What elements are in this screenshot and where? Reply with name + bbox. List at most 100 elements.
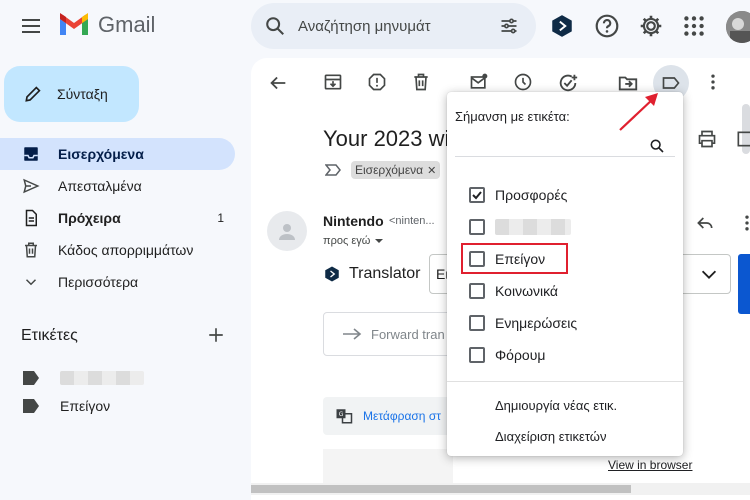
compose-button[interactable]: Σύνταξη bbox=[4, 66, 139, 122]
gmail-logo[interactable]: Gmail bbox=[58, 12, 155, 38]
forward-translation-field[interactable]: Forward tran bbox=[323, 312, 463, 356]
plus-icon bbox=[209, 328, 223, 342]
important-marker[interactable] bbox=[325, 164, 341, 176]
open-in-new-icon bbox=[737, 131, 750, 147]
more-options-button[interactable] bbox=[703, 72, 725, 94]
label-icon bbox=[662, 77, 680, 89]
help-button[interactable] bbox=[594, 13, 620, 39]
checkbox-checked[interactable] bbox=[469, 187, 485, 203]
mark-unread-button[interactable] bbox=[469, 72, 491, 94]
label-menu-title: Σήμανση με ετικέτα: bbox=[455, 109, 570, 124]
avatar[interactable] bbox=[726, 11, 750, 43]
archive-button[interactable] bbox=[323, 72, 345, 94]
translate-message-button[interactable]: G Μετάφραση στ bbox=[323, 397, 453, 435]
extension-icon bbox=[552, 15, 572, 37]
tune-icon[interactable] bbox=[499, 16, 519, 36]
redacted-label bbox=[60, 371, 144, 385]
check-icon bbox=[472, 191, 482, 200]
highlight-annotation bbox=[461, 243, 568, 274]
view-in-browser-link[interactable]: View in browser bbox=[608, 458, 692, 472]
label-option-forums[interactable]: Φόρουμ bbox=[447, 341, 683, 369]
checkbox[interactable] bbox=[469, 347, 485, 363]
label-option-social[interactable]: Κοινωνικά bbox=[447, 277, 683, 305]
menu-divider bbox=[447, 381, 683, 382]
sidebar-item-inbox[interactable]: Εισερχόμενα bbox=[0, 138, 235, 170]
remove-label-icon[interactable]: ✕ bbox=[427, 164, 436, 177]
reply-icon bbox=[697, 217, 713, 229]
app-name: Gmail bbox=[98, 12, 156, 37]
settings-icon bbox=[640, 15, 662, 37]
label-option-redacted[interactable] bbox=[447, 213, 683, 241]
labels-heading: Ετικέτες bbox=[21, 327, 78, 344]
sidebar-item-sent[interactable]: Απεσταλμένα bbox=[0, 170, 235, 202]
search-icon[interactable] bbox=[264, 15, 286, 37]
checkbox[interactable] bbox=[469, 315, 485, 331]
apps-icon bbox=[684, 16, 704, 36]
label-option-promotions[interactable]: Προσφορές bbox=[447, 181, 683, 209]
sender-avatar bbox=[267, 211, 307, 251]
gmail-logo-icon bbox=[60, 13, 88, 35]
arrow-right-icon bbox=[343, 328, 362, 340]
search-bar[interactable] bbox=[251, 3, 536, 49]
sender-email: <ninten... bbox=[389, 215, 435, 227]
annotation-arrow bbox=[614, 88, 664, 136]
draft-icon bbox=[25, 209, 37, 227]
sidebar-item-more[interactable]: Περισσότερα bbox=[0, 266, 235, 298]
message-more-button[interactable] bbox=[739, 213, 750, 233]
deepl-extension-button[interactable] bbox=[549, 13, 575, 39]
more-vert-icon bbox=[711, 74, 715, 90]
horizontal-scrollbar[interactable] bbox=[251, 483, 750, 495]
compose-label: Σύνταξη bbox=[57, 86, 108, 102]
main-menu-button[interactable] bbox=[19, 14, 43, 38]
translate-icon: G bbox=[336, 409, 353, 424]
arrow-annotation-icon bbox=[619, 93, 658, 131]
menu-icon bbox=[22, 19, 40, 33]
label-option-updates[interactable]: Ενημερώσεις bbox=[447, 309, 683, 337]
translator-header: Translator bbox=[323, 265, 420, 283]
sidebar-label-urgent[interactable]: Επείγον bbox=[0, 390, 235, 422]
search-input[interactable] bbox=[298, 17, 458, 35]
settings-button[interactable] bbox=[638, 13, 664, 39]
inbox-icon bbox=[24, 147, 38, 161]
inbox-chip-label: Εισερχόμενα bbox=[355, 163, 424, 177]
delete-button[interactable] bbox=[411, 72, 433, 94]
translate-button[interactable] bbox=[738, 254, 750, 314]
important-icon bbox=[325, 164, 341, 176]
recipient-toggle[interactable]: προς εγώ bbox=[323, 235, 385, 247]
trash-icon bbox=[25, 242, 37, 258]
label-menu: Σήμανση με ετικέτα: Προσφορές Επείγον Κο… bbox=[447, 92, 683, 456]
help-icon bbox=[595, 14, 619, 38]
google-apps-button[interactable] bbox=[681, 13, 707, 39]
label-tag-icon bbox=[23, 371, 39, 385]
print-icon bbox=[698, 130, 716, 148]
sidebar-item-trash[interactable]: Κάδος απορριμμάτων bbox=[0, 234, 235, 266]
deepl-icon bbox=[325, 266, 339, 282]
redacted-label bbox=[495, 219, 571, 235]
search-icon bbox=[650, 139, 664, 153]
draft-count: 1 bbox=[217, 211, 224, 225]
sidebar-item-drafts[interactable]: Πρόχειρα 1 bbox=[0, 202, 235, 234]
print-button[interactable] bbox=[697, 129, 717, 149]
add-label-button[interactable] bbox=[207, 326, 225, 344]
report-spam-button[interactable] bbox=[367, 72, 389, 94]
add-task-button[interactable] bbox=[557, 72, 579, 94]
snooze-button[interactable] bbox=[513, 72, 535, 94]
pencil-icon bbox=[25, 86, 41, 102]
user-photo-icon bbox=[726, 11, 750, 43]
checkbox[interactable] bbox=[469, 283, 485, 299]
label-tag-icon bbox=[23, 399, 39, 413]
reply-button[interactable] bbox=[695, 213, 715, 233]
add-task-icon bbox=[559, 74, 578, 92]
scrollbar-thumb[interactable] bbox=[251, 485, 631, 493]
arrow-back-icon bbox=[270, 76, 286, 90]
open-new-window-button[interactable] bbox=[735, 129, 750, 149]
back-button[interactable] bbox=[267, 72, 289, 94]
person-icon bbox=[279, 224, 295, 240]
inbox-chip[interactable]: Εισερχόμενα ✕ bbox=[351, 161, 441, 179]
report-icon bbox=[368, 73, 386, 91]
manage-labels-item[interactable]: Διαχείριση ετικετών bbox=[495, 429, 606, 444]
chevron-down-icon bbox=[701, 270, 717, 279]
create-label-item[interactable]: Δημιουργία νέας ετικ. bbox=[495, 398, 617, 413]
chevron-down-icon bbox=[25, 279, 37, 286]
checkbox[interactable] bbox=[469, 219, 485, 235]
